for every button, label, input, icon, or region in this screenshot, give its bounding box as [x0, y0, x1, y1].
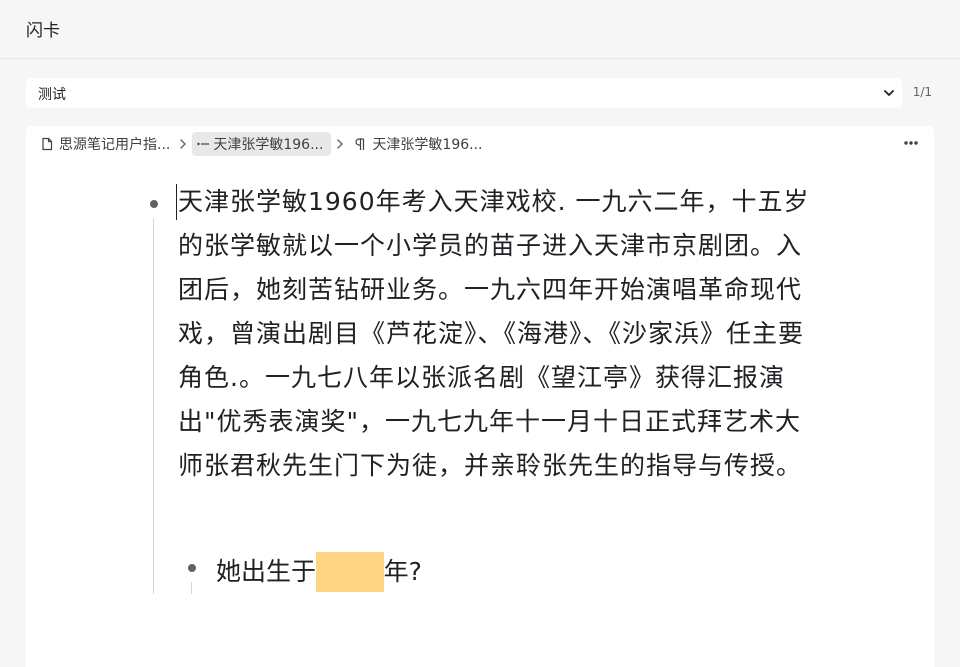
cloze-blank[interactable]: 1947	[316, 552, 384, 592]
card-count: 1/1	[912, 85, 932, 99]
paragraph-icon	[355, 138, 365, 150]
breadcrumb-label: 思源笔记用户指...	[59, 137, 171, 153]
deck-select[interactable]: 测试	[26, 78, 902, 108]
cloze-question[interactable]: 她出生于1947年?	[216, 552, 422, 592]
question-text-after: 年?	[383, 557, 422, 586]
more-icon[interactable]	[902, 136, 920, 150]
flashcard-panel: 思源笔记用户指... 天津张学敏196... 天津张学敏196... 天津张学敏…	[26, 126, 934, 667]
list-bullet[interactable]	[150, 200, 158, 208]
deck-select-value: 测试	[38, 87, 66, 103]
chevron-down-icon	[884, 90, 894, 96]
list-icon	[197, 142, 210, 146]
question-text-before: 她出生于	[216, 557, 317, 586]
card-paragraph[interactable]: 天津张学敏1960年考入天津戏校. 一九六二年，十五岁的张学敏就以一个小学员的苗…	[178, 180, 826, 488]
child-list-bullet[interactable]	[188, 564, 196, 572]
list-guide-line	[153, 218, 154, 594]
chevron-right-icon	[180, 139, 187, 149]
breadcrumb-label: 天津张学敏196...	[213, 137, 324, 153]
deck-row: 测试 1/1	[26, 78, 934, 108]
text-caret	[176, 184, 177, 220]
breadcrumb-item-document[interactable]: 思源笔记用户指...	[36, 132, 174, 156]
breadcrumb: 思源笔记用户指... 天津张学敏196... 天津张学敏196...	[36, 131, 487, 157]
breadcrumb-item-list[interactable]: 天津张学敏196...	[192, 132, 332, 156]
breadcrumb-item-paragraph[interactable]: 天津张学敏196...	[349, 132, 486, 156]
page-title: 闪卡	[26, 21, 60, 41]
child-guide-line	[191, 582, 192, 594]
breadcrumb-label: 天津张学敏196...	[372, 137, 483, 153]
chevron-right-icon	[337, 139, 344, 149]
top-bar: 闪卡	[0, 0, 960, 59]
document-icon	[42, 137, 53, 151]
